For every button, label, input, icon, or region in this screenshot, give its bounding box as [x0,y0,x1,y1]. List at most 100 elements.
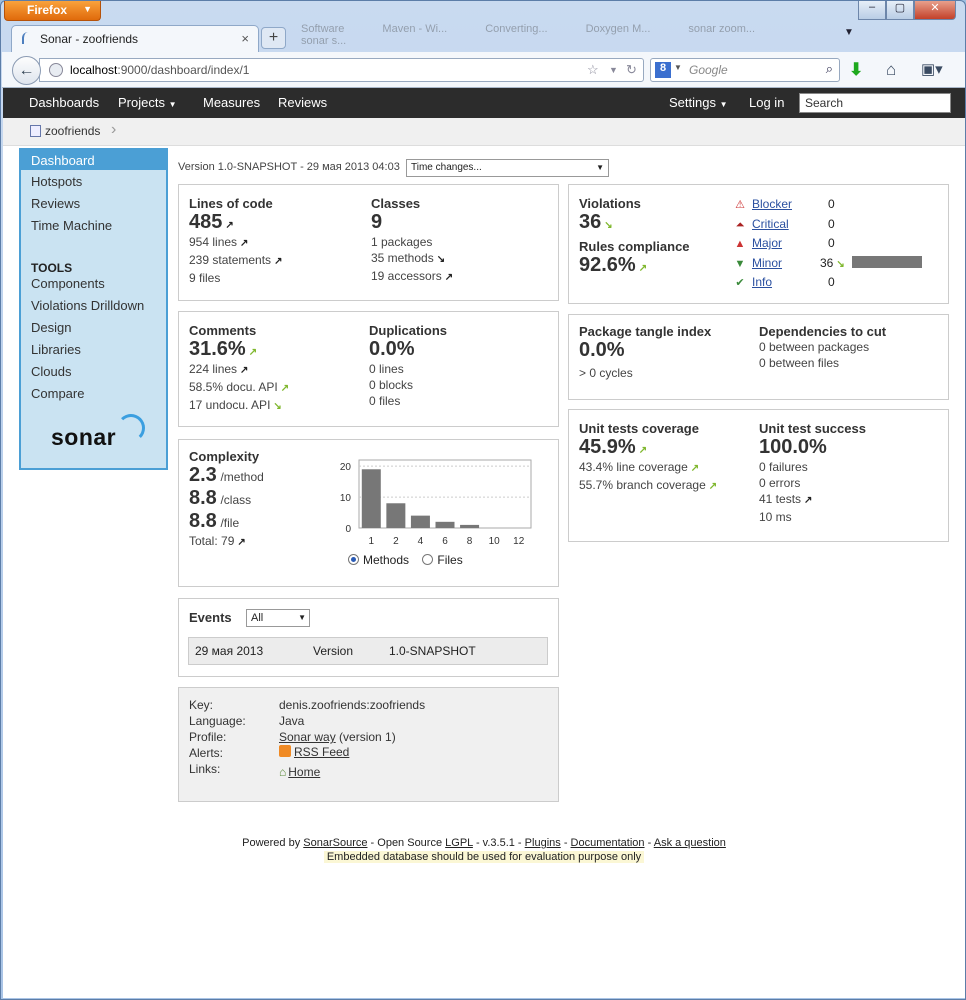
background-tab[interactable]: Converting... [485,23,547,35]
dup-lines-metric[interactable]: 0 lines [369,361,447,377]
sidebar-item-libraries[interactable]: Libraries [31,342,81,357]
packages-metric[interactable]: 1 packages [371,234,453,250]
reload-icon[interactable]: ↻ [626,62,637,78]
plugins-link[interactable]: Plugins [525,837,561,849]
duplications-title: Duplications [369,323,448,338]
failures-metric[interactable]: 0 failures [759,459,866,475]
menu-projects[interactable]: Projects ▼ [118,95,177,110]
tangle-value[interactable]: 0.0% [579,339,711,362]
profile-link[interactable]: Sonar way [279,730,336,744]
new-tab-button[interactable]: + [261,27,286,49]
statements-metric[interactable]: 239 statements [189,253,271,267]
lgpl-link[interactable]: LGPL [445,837,473,849]
between-files-metric[interactable]: 0 between files [759,355,886,371]
complexity-per-class[interactable]: 8.8 [189,487,217,509]
sidebar-item-reviews[interactable]: Reviews [31,196,80,211]
critical-link[interactable]: Critical [752,217,789,231]
menu-login[interactable]: Log in [749,95,784,110]
tab-sonar[interactable]: Sonar - zoofriends × [11,25,259,52]
branch-coverage-metric[interactable]: 55.7% branch coverage [579,478,706,492]
menu-measures[interactable]: Measures [203,95,260,110]
complexity-total[interactable]: Total: 79 [189,534,234,548]
docu-api-metric[interactable]: 58.5% docu. API [189,380,278,394]
key-value: denis.zoofriends:zoofriends [279,698,426,712]
time-changes-select[interactable]: Time changes... ▼ [406,159,609,177]
minor-link[interactable]: Minor [752,256,782,270]
radio-methods[interactable]: Methods [348,553,409,567]
search-icon[interactable]: ⌕ [826,61,833,77]
coverage-value[interactable]: 45.9% [579,436,636,458]
home-link[interactable]: Home [288,765,320,779]
menu-dashboards[interactable]: Dashboards [29,95,99,110]
severity-major: ▲ Major [733,236,782,250]
sonarsource-link[interactable]: SonarSource [303,837,367,849]
rss-feed-link[interactable]: RSS Feed [294,745,349,759]
rules-compliance-value[interactable]: 92.6% [579,254,636,276]
between-packages-metric[interactable]: 0 between packages [759,339,886,355]
lines-metric[interactable]: 954 lines [189,235,237,249]
sidebar-item-time-machine[interactable]: Time Machine [31,218,112,233]
close-window-button[interactable]: ✕ [914,1,956,20]
violations-value[interactable]: 36 [579,211,601,233]
bookmarks-menu-icon[interactable]: ▣▾ [921,60,943,78]
dup-files-metric[interactable]: 0 files [369,393,447,409]
background-tab[interactable]: Software [301,23,344,35]
success-value[interactable]: 100.0% [759,436,866,459]
complexity-distribution-chart[interactable]: 010201 2 4 6 8 10 12 [325,454,535,564]
complexity-per-method[interactable]: 2.3 [189,464,217,486]
duplications-value[interactable]: 0.0% [369,338,447,361]
home-icon[interactable]: ⌂ [886,60,896,80]
accessors-metric[interactable]: 19 accessors [371,269,442,283]
comment-lines-metric[interactable]: 224 lines [189,362,237,376]
sidebar-item-design[interactable]: Design [31,320,71,335]
background-tab[interactable]: Maven - Wi... [382,23,447,35]
major-icon: ▲ [734,238,746,250]
blocker-link[interactable]: Blocker [752,197,792,211]
comments-value[interactable]: 31.6% [189,338,246,360]
sonar-search-input[interactable]: Search [799,93,951,113]
menu-reviews[interactable]: Reviews [278,95,327,110]
sidebar-item-compare[interactable]: Compare [31,386,84,401]
cycles-metric[interactable]: > 0 cycles [579,365,711,381]
major-link[interactable]: Major [752,236,782,250]
sidebar-item-hotspots[interactable]: Hotspots [31,174,82,189]
url-bar[interactable]: localhost:9000/dashboard/index/1 ☆ ▼ ↻ [39,58,644,82]
sidebar-item-clouds[interactable]: Clouds [31,364,71,379]
events-filter-select[interactable]: All ▼ [246,609,310,627]
radio-files[interactable]: Files [422,553,463,567]
ask-question-link[interactable]: Ask a question [654,837,726,849]
sonar-logo[interactable]: sonar [51,414,145,451]
loc-value[interactable]: 485 [189,211,222,233]
line-coverage-metric[interactable]: 43.4% line coverage [579,460,688,474]
breadcrumb-project[interactable]: zoofriends [45,124,100,138]
sidebar-item-dashboard[interactable]: Dashboard [21,150,166,170]
sidebar-item-violations-drilldown[interactable]: Violations Drilldown [31,298,144,313]
complexity-per-file[interactable]: 8.8 [189,510,217,532]
back-button[interactable]: ← [12,56,41,85]
download-icon[interactable]: ⬇ [849,60,863,80]
close-tab-icon[interactable]: × [241,31,249,46]
history-dropdown-icon[interactable]: ▼ [609,65,618,75]
methods-metric[interactable]: 35 methods [371,251,434,265]
duration-metric[interactable]: 10 ms [759,509,866,525]
info-link[interactable]: Info [752,275,772,289]
documentation-link[interactable]: Documentation [571,837,645,849]
dup-blocks-metric[interactable]: 0 blocks [369,377,447,393]
classes-value[interactable]: 9 [371,211,453,234]
maximize-button[interactable]: ▢ [886,1,914,20]
background-tab[interactable]: sonar zoom... [688,23,755,35]
undocu-api-metric[interactable]: 17 undocu. API [189,398,270,412]
web-search-box[interactable]: 8 ▼ Google ⌕ [650,58,840,82]
menu-settings[interactable]: Settings ▼ [669,95,728,110]
sidebar-item-components[interactable]: Components [31,276,105,291]
background-tab[interactable]: Doxygen M... [586,23,651,35]
minimize-button[interactable]: ‒ [858,1,886,20]
tab-overflow-icon[interactable]: ▼ [844,27,854,38]
firefox-menu-button[interactable]: Firefox ▼ [4,1,101,21]
background-tab[interactable]: sonar s... [301,35,346,47]
engine-dropdown-icon[interactable]: ▼ [674,63,682,72]
files-metric[interactable]: 9 files [189,270,282,286]
errors-metric[interactable]: 0 errors [759,475,866,491]
bookmark-star-icon[interactable]: ☆ [587,62,599,78]
tests-metric[interactable]: 41 tests [759,492,801,506]
